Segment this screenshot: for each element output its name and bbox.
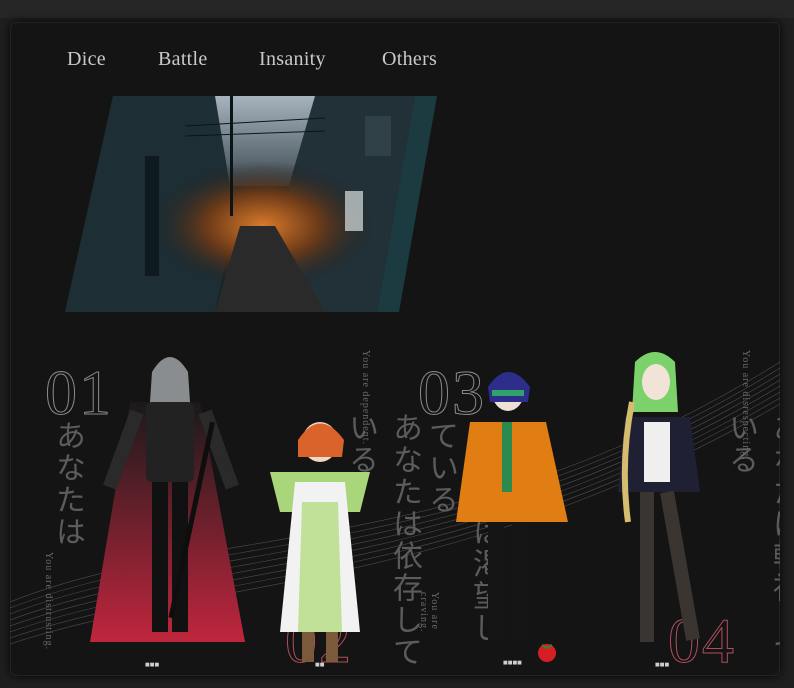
character-card-03[interactable]: 03 あなたは渇望している You are craving. ■■■■ — [418, 342, 578, 672]
nav-others[interactable]: Others — [382, 48, 437, 71]
character-card-02[interactable]: あなたは依存している You are dependent. 02 ■■ — [250, 342, 422, 676]
character-name-tag-01: ■■■ — [145, 662, 160, 668]
card-en-text: You are distrusting. — [43, 552, 54, 651]
top-bar — [0, 0, 794, 18]
character-name-tag-02: ■■ — [315, 662, 325, 668]
character-card-01[interactable]: 01 あなたは You are distrusting. ■■■ — [43, 342, 245, 672]
character-illustration-01 — [90, 357, 245, 642]
main-panel: Dice Battle Insanity Others 01 あなたは You … — [10, 22, 780, 676]
character-illustration-02 — [270, 422, 370, 662]
card-en-text: You are disrespecting. — [740, 350, 751, 461]
character-card-04[interactable]: あなたは軽視している You are disrespecting. 04 ■■■ — [580, 342, 780, 676]
top-nav: Dice Battle Insanity Others — [10, 22, 780, 92]
character-name-tag-04: ■■■ — [655, 662, 670, 668]
tomato-icon — [538, 644, 556, 662]
nav-insanity[interactable]: Insanity — [259, 48, 326, 71]
character-illustration-04 — [618, 352, 700, 642]
nav-battle[interactable]: Battle — [158, 48, 208, 71]
character-name-tag-03: ■■■■ — [503, 660, 522, 666]
character-illustration-03 — [456, 372, 568, 642]
nav-dice[interactable]: Dice — [67, 48, 106, 71]
hero-alley-image — [65, 96, 437, 312]
card-en-text: You are craving. — [418, 592, 440, 633]
